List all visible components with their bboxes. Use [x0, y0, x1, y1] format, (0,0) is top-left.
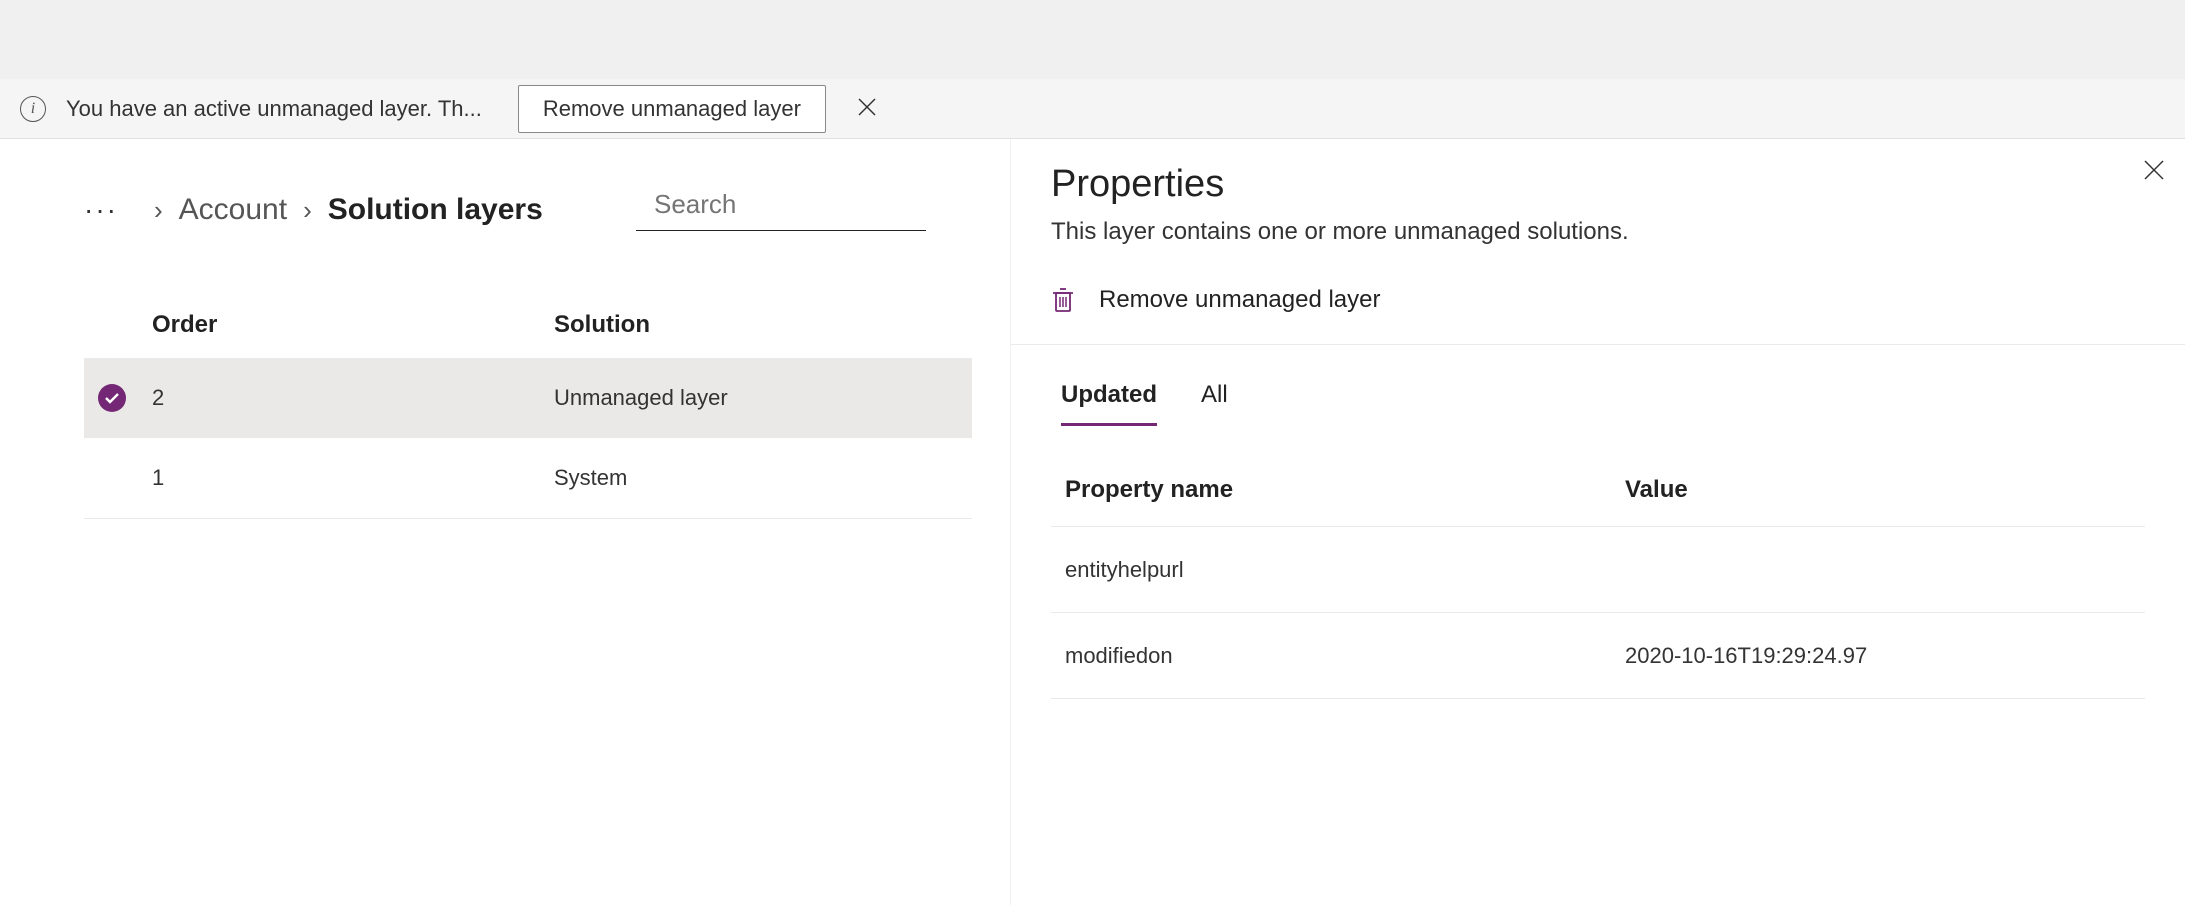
cell-property-value: 2020-10-16T19:29:24.97: [1625, 643, 2145, 669]
search-box[interactable]: [636, 189, 926, 231]
left-panel: ··· › Account › Solution layers Order: [0, 139, 1010, 905]
info-icon: i: [20, 96, 46, 122]
close-panel-button[interactable]: [2143, 157, 2165, 188]
layers-table-header: Order Solution: [84, 291, 986, 357]
close-icon: [2143, 159, 2165, 181]
search-input[interactable]: [654, 189, 989, 220]
breadcrumb-item-account[interactable]: Account: [179, 193, 287, 227]
column-header-value[interactable]: Value: [1625, 476, 2145, 504]
cell-order: 1: [152, 465, 554, 491]
chevron-right-icon: ›: [154, 195, 163, 226]
table-footer-divider: [84, 518, 972, 519]
properties-table-header: Property name Value: [1051, 476, 2145, 527]
checkmark-icon: [98, 384, 126, 412]
tab-updated[interactable]: Updated: [1061, 381, 1157, 426]
close-icon: [858, 98, 876, 116]
cell-property-name: modifiedon: [1065, 643, 1625, 669]
column-header-property-name[interactable]: Property name: [1065, 476, 1625, 504]
panel-title: Properties: [1051, 163, 2145, 206]
properties-row[interactable]: modifiedon 2020-10-16T19:29:24.97: [1051, 613, 2145, 699]
remove-unmanaged-layer-action[interactable]: Remove unmanaged layer: [1051, 286, 2145, 344]
properties-panel: Properties This layer contains one or mo…: [1010, 139, 2185, 905]
breadcrumb: ··· › Account › Solution layers: [24, 139, 986, 251]
chevron-right-icon: ›: [303, 195, 312, 226]
trash-icon: [1051, 286, 1075, 314]
cell-order: 2: [152, 385, 554, 411]
properties-table: Property name Value entityhelpurl modifi…: [1051, 476, 2145, 699]
row-selection-toggle[interactable]: [84, 384, 152, 412]
cell-solution: System: [554, 465, 972, 491]
notification-text: You have an active unmanaged layer. Th..…: [66, 96, 482, 122]
panel-subtitle: This layer contains one or more unmanage…: [1051, 218, 2145, 246]
cell-solution: Unmanaged layer: [554, 385, 972, 411]
cell-property-name: entityhelpurl: [1065, 557, 1625, 583]
breadcrumb-item-current: Solution layers: [328, 193, 543, 227]
notification-bar: i You have an active unmanaged layer. Th…: [0, 79, 2185, 139]
table-row[interactable]: 1 System: [84, 438, 972, 518]
remove-unmanaged-layer-button[interactable]: Remove unmanaged layer: [518, 85, 826, 133]
tabs: Updated All: [1051, 345, 2145, 426]
column-header-solution[interactable]: Solution: [554, 311, 986, 339]
properties-row[interactable]: entityhelpurl: [1051, 527, 2145, 613]
column-header-order[interactable]: Order: [84, 311, 554, 339]
close-notification-button[interactable]: [850, 88, 884, 130]
breadcrumb-more-button[interactable]: ···: [84, 194, 118, 226]
tab-all[interactable]: All: [1201, 381, 1228, 426]
layers-table: Order Solution 2 Unmanaged layer: [24, 251, 986, 519]
remove-action-label: Remove unmanaged layer: [1099, 286, 1381, 314]
header-spacer: [0, 0, 2185, 79]
table-row[interactable]: 2 Unmanaged layer: [84, 358, 972, 438]
